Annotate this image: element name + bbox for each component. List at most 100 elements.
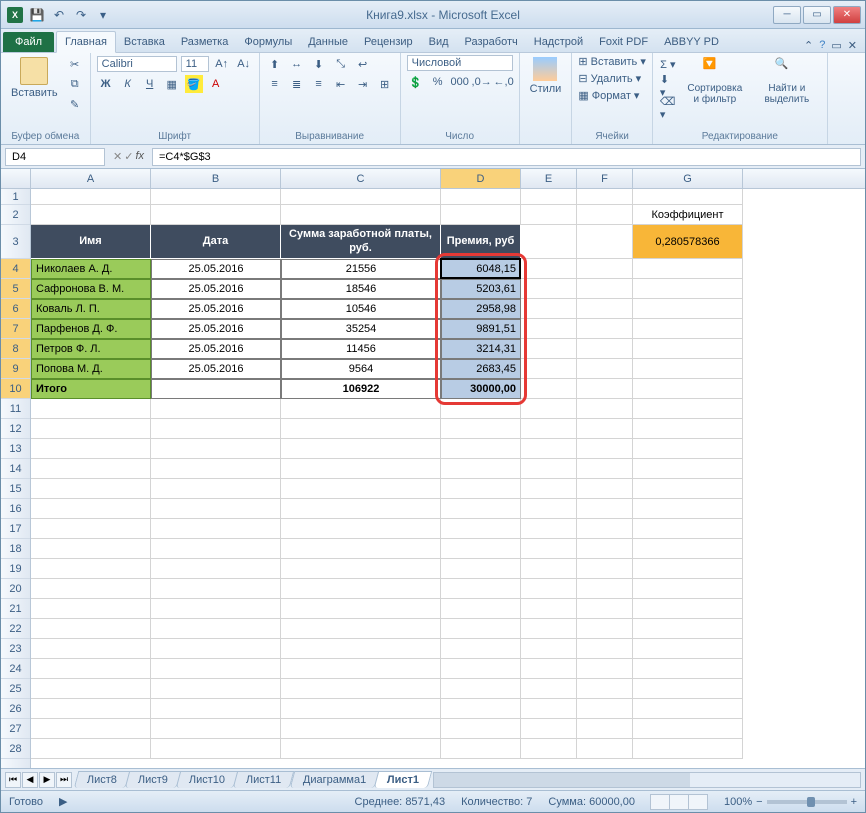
row-header-1[interactable]: 1: [1, 189, 30, 205]
merge-icon[interactable]: ⊞: [376, 75, 394, 93]
row-header-15[interactable]: 15: [1, 479, 30, 499]
close-button[interactable]: ✕: [833, 6, 861, 24]
col-header-e[interactable]: E: [521, 169, 577, 188]
cell-B7[interactable]: 25.05.2016: [151, 319, 281, 339]
doc-close-icon[interactable]: ✕: [848, 39, 857, 52]
cell-C5[interactable]: 18546: [281, 279, 441, 299]
cell-B9[interactable]: 25.05.2016: [151, 359, 281, 379]
row-header-20[interactable]: 20: [1, 579, 30, 599]
macro-record-icon[interactable]: ▶: [59, 795, 67, 808]
cell-A9[interactable]: Попова М. Д.: [31, 359, 151, 379]
cell-C10[interactable]: 106922: [281, 379, 441, 399]
row-header-13[interactable]: 13: [1, 439, 30, 459]
decrease-decimal-icon[interactable]: ←,0: [495, 73, 513, 91]
cell-A4[interactable]: Николаев А. Д.: [31, 259, 151, 279]
cell-D10[interactable]: 30000,00: [441, 379, 521, 399]
cell-A8[interactable]: Петров Ф. Л.: [31, 339, 151, 359]
cell-C4[interactable]: 21556: [281, 259, 441, 279]
cell-B6[interactable]: 25.05.2016: [151, 299, 281, 319]
cell-A6[interactable]: Коваль Л. П.: [31, 299, 151, 319]
row-header-4[interactable]: 4: [1, 259, 30, 279]
cell-G2[interactable]: Коэффициент: [633, 205, 743, 225]
border-icon[interactable]: ▦: [163, 75, 181, 93]
clear-icon[interactable]: ⌫ ▾: [659, 99, 677, 117]
undo-icon[interactable]: ↶: [49, 5, 69, 25]
bold-icon[interactable]: Ж: [97, 75, 115, 93]
formula-input[interactable]: =C4*$G$3: [152, 148, 861, 166]
col-header-c[interactable]: C: [281, 169, 441, 188]
zoom-in-icon[interactable]: +: [851, 796, 857, 808]
col-header-a[interactable]: A: [31, 169, 151, 188]
increase-decimal-icon[interactable]: ,0→: [473, 73, 491, 91]
comma-icon[interactable]: 000: [451, 73, 469, 91]
sheet-nav-first[interactable]: ⏮: [5, 772, 21, 788]
autosum-icon[interactable]: Σ ▾: [659, 55, 677, 73]
zoom-out-icon[interactable]: −: [756, 796, 762, 808]
font-size-select[interactable]: 11: [181, 56, 209, 72]
qat-dropdown-icon[interactable]: ▾: [93, 5, 113, 25]
sheet-tab-Лист11[interactable]: Лист11: [233, 771, 295, 788]
sheet-nav-last[interactable]: ⏭: [56, 772, 72, 788]
row-header-14[interactable]: 14: [1, 459, 30, 479]
cell-C7[interactable]: 35254: [281, 319, 441, 339]
cell-B3[interactable]: Дата: [151, 225, 281, 259]
name-box[interactable]: D4: [5, 148, 105, 166]
cell-D7[interactable]: 9891,51: [441, 319, 521, 339]
align-top-icon[interactable]: ⬆: [266, 55, 284, 73]
align-bottom-icon[interactable]: ⬇: [310, 55, 328, 73]
row-header-9[interactable]: 9: [1, 359, 30, 379]
row-header-6[interactable]: 6: [1, 299, 30, 319]
row-header-16[interactable]: 16: [1, 499, 30, 519]
tab-abbyy[interactable]: ABBYY PD: [656, 32, 727, 52]
row-header-7[interactable]: 7: [1, 319, 30, 339]
underline-icon[interactable]: Ч: [141, 75, 159, 93]
tab-developer[interactable]: Разработч: [457, 32, 526, 52]
wrap-text-icon[interactable]: ↩: [354, 55, 372, 73]
view-layout-icon[interactable]: [669, 794, 689, 810]
cell-B8[interactable]: 25.05.2016: [151, 339, 281, 359]
grow-font-icon[interactable]: A↑: [213, 55, 231, 73]
minimize-ribbon-icon[interactable]: ⌃: [804, 39, 813, 52]
cell-A10[interactable]: Итого: [31, 379, 151, 399]
font-color-icon[interactable]: A: [207, 75, 225, 93]
orientation-icon[interactable]: ⤡: [332, 55, 350, 73]
col-header-d[interactable]: D: [441, 169, 521, 188]
row-header-11[interactable]: 11: [1, 399, 30, 419]
cells-area[interactable]: КоэффициентИмяДатаСумма заработной платы…: [31, 189, 865, 768]
zoom-slider[interactable]: [767, 800, 847, 804]
row-header-21[interactable]: 21: [1, 599, 30, 619]
file-tab[interactable]: Файл: [3, 32, 54, 52]
cut-icon[interactable]: ✂: [66, 55, 84, 73]
tab-view[interactable]: Вид: [421, 32, 457, 52]
insert-cells-btn[interactable]: ⊞ Вставить ▾: [578, 55, 646, 68]
accept-formula-icon[interactable]: ✓: [124, 150, 133, 163]
save-icon[interactable]: 💾: [27, 5, 47, 25]
help-icon[interactable]: ?: [819, 39, 825, 52]
styles-button[interactable]: Стили: [526, 55, 566, 97]
cell-B10[interactable]: [151, 379, 281, 399]
horizontal-scrollbar[interactable]: [433, 772, 861, 788]
sort-filter-button[interactable]: 🔽 Сортировка и фильтр: [681, 55, 749, 107]
row-header-17[interactable]: 17: [1, 519, 30, 539]
row-header-3[interactable]: 3: [1, 225, 30, 259]
cell-C6[interactable]: 10546: [281, 299, 441, 319]
cell-A7[interactable]: Парфенов Д. Ф.: [31, 319, 151, 339]
row-header-25[interactable]: 25: [1, 679, 30, 699]
cancel-formula-icon[interactable]: ✕: [113, 150, 122, 163]
font-name-select[interactable]: Calibri: [97, 56, 177, 72]
row-header-10[interactable]: 10: [1, 379, 30, 399]
row-header-22[interactable]: 22: [1, 619, 30, 639]
decrease-indent-icon[interactable]: ⇤: [332, 75, 350, 93]
sheet-tab-Лист8[interactable]: Лист8: [74, 771, 131, 788]
cell-D6[interactable]: 2958,98: [441, 299, 521, 319]
copy-icon[interactable]: ⧉: [66, 75, 84, 93]
col-header-g[interactable]: G: [633, 169, 743, 188]
row-header-18[interactable]: 18: [1, 539, 30, 559]
sheet-tab-Диаграмма1[interactable]: Диаграмма1: [289, 771, 379, 788]
tab-insert[interactable]: Вставка: [116, 32, 173, 52]
row-header-12[interactable]: 12: [1, 419, 30, 439]
tab-formulas[interactable]: Формулы: [236, 32, 300, 52]
number-format-select[interactable]: Числовой: [407, 55, 513, 71]
row-header-19[interactable]: 19: [1, 559, 30, 579]
sheet-nav-prev[interactable]: ◀: [22, 772, 38, 788]
